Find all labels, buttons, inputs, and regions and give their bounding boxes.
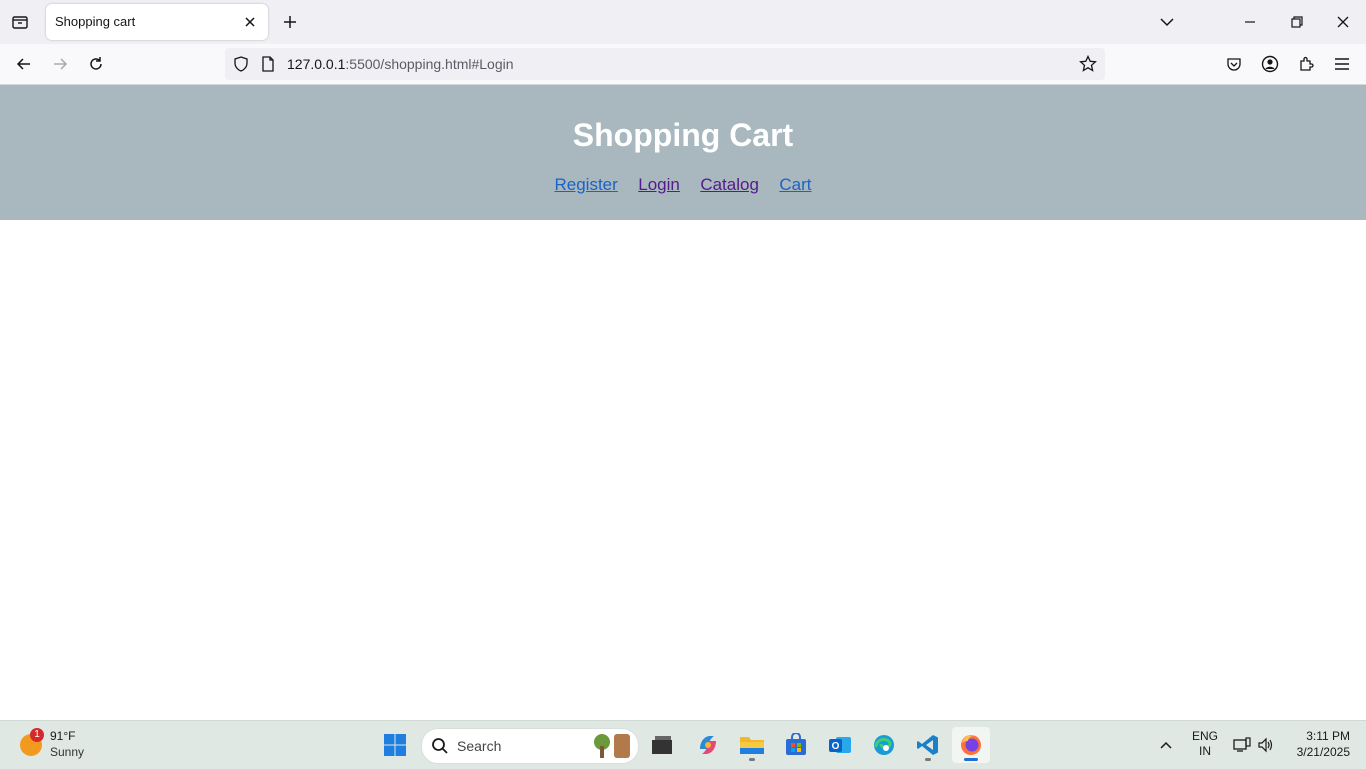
windows-logo-icon	[384, 734, 406, 756]
chevron-up-icon	[1160, 741, 1172, 749]
nav-link-register[interactable]: Register	[554, 175, 617, 194]
reload-button[interactable]	[82, 50, 110, 78]
url-path: :5500/shopping.html#Login	[345, 56, 514, 72]
account-icon	[1261, 55, 1279, 73]
minimize-button[interactable]	[1234, 6, 1266, 38]
svg-text:O: O	[832, 741, 840, 752]
forward-button[interactable]	[46, 50, 74, 78]
firefox-icon[interactable]	[952, 727, 990, 763]
weather-temp: 91°F	[50, 729, 76, 743]
new-tab-button[interactable]	[278, 8, 302, 36]
close-icon	[245, 17, 255, 27]
restore-icon	[1291, 16, 1303, 28]
language-indicator[interactable]: ENG IN	[1186, 729, 1224, 759]
extensions-button[interactable]	[1292, 50, 1320, 78]
menu-button[interactable]	[1328, 50, 1356, 78]
weather-widget[interactable]: 1 91°F Sunny	[18, 727, 118, 763]
nav-link-catalog[interactable]: Catalog	[700, 175, 759, 194]
taskbar-search[interactable]: Search	[421, 728, 639, 764]
copilot-icon[interactable]	[690, 727, 726, 763]
shield-icon[interactable]	[232, 55, 250, 73]
windows-taskbar: 1 91°F Sunny Search O ENG IN 3:11 PM 3/2…	[0, 720, 1366, 769]
page-content-area	[0, 220, 1366, 720]
address-bar[interactable]: 127.0.0.1:5500/shopping.html#Login	[225, 48, 1105, 80]
arrow-left-icon	[16, 58, 30, 70]
account-button[interactable]	[1256, 50, 1284, 78]
running-indicator	[749, 758, 755, 761]
restore-button[interactable]	[1281, 6, 1313, 38]
running-indicator	[925, 758, 931, 761]
nav-link-cart[interactable]: Cart	[779, 175, 811, 194]
active-indicator	[964, 758, 978, 761]
start-button[interactable]	[377, 727, 413, 763]
plus-icon	[284, 16, 296, 28]
chevron-down-icon	[1160, 18, 1174, 27]
lang-region: IN	[1199, 744, 1211, 758]
pocket-icon	[1227, 58, 1241, 71]
puzzle-icon	[1300, 56, 1314, 71]
site-nav: Register Login Catalog Cart	[0, 175, 1366, 195]
close-window-button[interactable]	[1327, 6, 1359, 38]
tab-close-button[interactable]	[240, 12, 260, 32]
back-button[interactable]	[10, 50, 38, 78]
system-clock[interactable]: 3:11 PM 3/21/2025	[1284, 728, 1350, 760]
lang-code: ENG	[1191, 729, 1218, 743]
page-title: Shopping Cart	[572, 117, 794, 153]
list-all-tabs-button[interactable]	[1151, 6, 1183, 38]
edge-icon[interactable]	[866, 727, 902, 763]
tab-list-icon	[12, 16, 28, 29]
browser-tab-strip: Shopping cart	[0, 0, 1366, 44]
reload-icon	[90, 57, 102, 70]
browser-toolbar: 127.0.0.1:5500/shopping.html#Login	[0, 44, 1366, 85]
close-icon	[1337, 16, 1349, 28]
arrow-right-icon	[54, 58, 68, 70]
show-hidden-icons-button[interactable]	[1150, 727, 1182, 763]
notification-badge: 1	[30, 728, 44, 742]
pocket-button[interactable]	[1220, 50, 1248, 78]
clock-date: 3/21/2025	[1296, 745, 1350, 759]
file-explorer-icon[interactable]	[734, 727, 770, 763]
search-highlight-icon	[594, 734, 630, 758]
clock-time: 3:11 PM	[1306, 729, 1350, 743]
outlook-icon[interactable]: O	[822, 727, 858, 763]
hamburger-icon	[1335, 58, 1349, 70]
url-text[interactable]: 127.0.0.1:5500/shopping.html#Login	[287, 56, 514, 72]
search-label: Search	[457, 738, 502, 754]
nav-link-login[interactable]: Login	[638, 175, 680, 194]
weather-condition: Sunny	[50, 745, 85, 759]
bookmark-star-icon[interactable]	[1079, 55, 1097, 73]
tab-list-button[interactable]	[6, 8, 34, 36]
file-manager-icon[interactable]	[644, 727, 680, 763]
search-icon	[432, 738, 448, 754]
browser-tab-active[interactable]: Shopping cart	[46, 4, 268, 40]
url-host: 127.0.0.1	[287, 56, 346, 72]
page-icon[interactable]	[259, 55, 277, 73]
tab-title: Shopping cart	[55, 14, 136, 29]
site-header: Shopping Cart Register Login Catalog Car…	[0, 85, 1366, 220]
vscode-icon[interactable]	[910, 727, 946, 763]
volume-icon[interactable]	[1252, 727, 1280, 763]
minimize-icon	[1245, 21, 1255, 23]
store-icon[interactable]	[778, 727, 814, 763]
